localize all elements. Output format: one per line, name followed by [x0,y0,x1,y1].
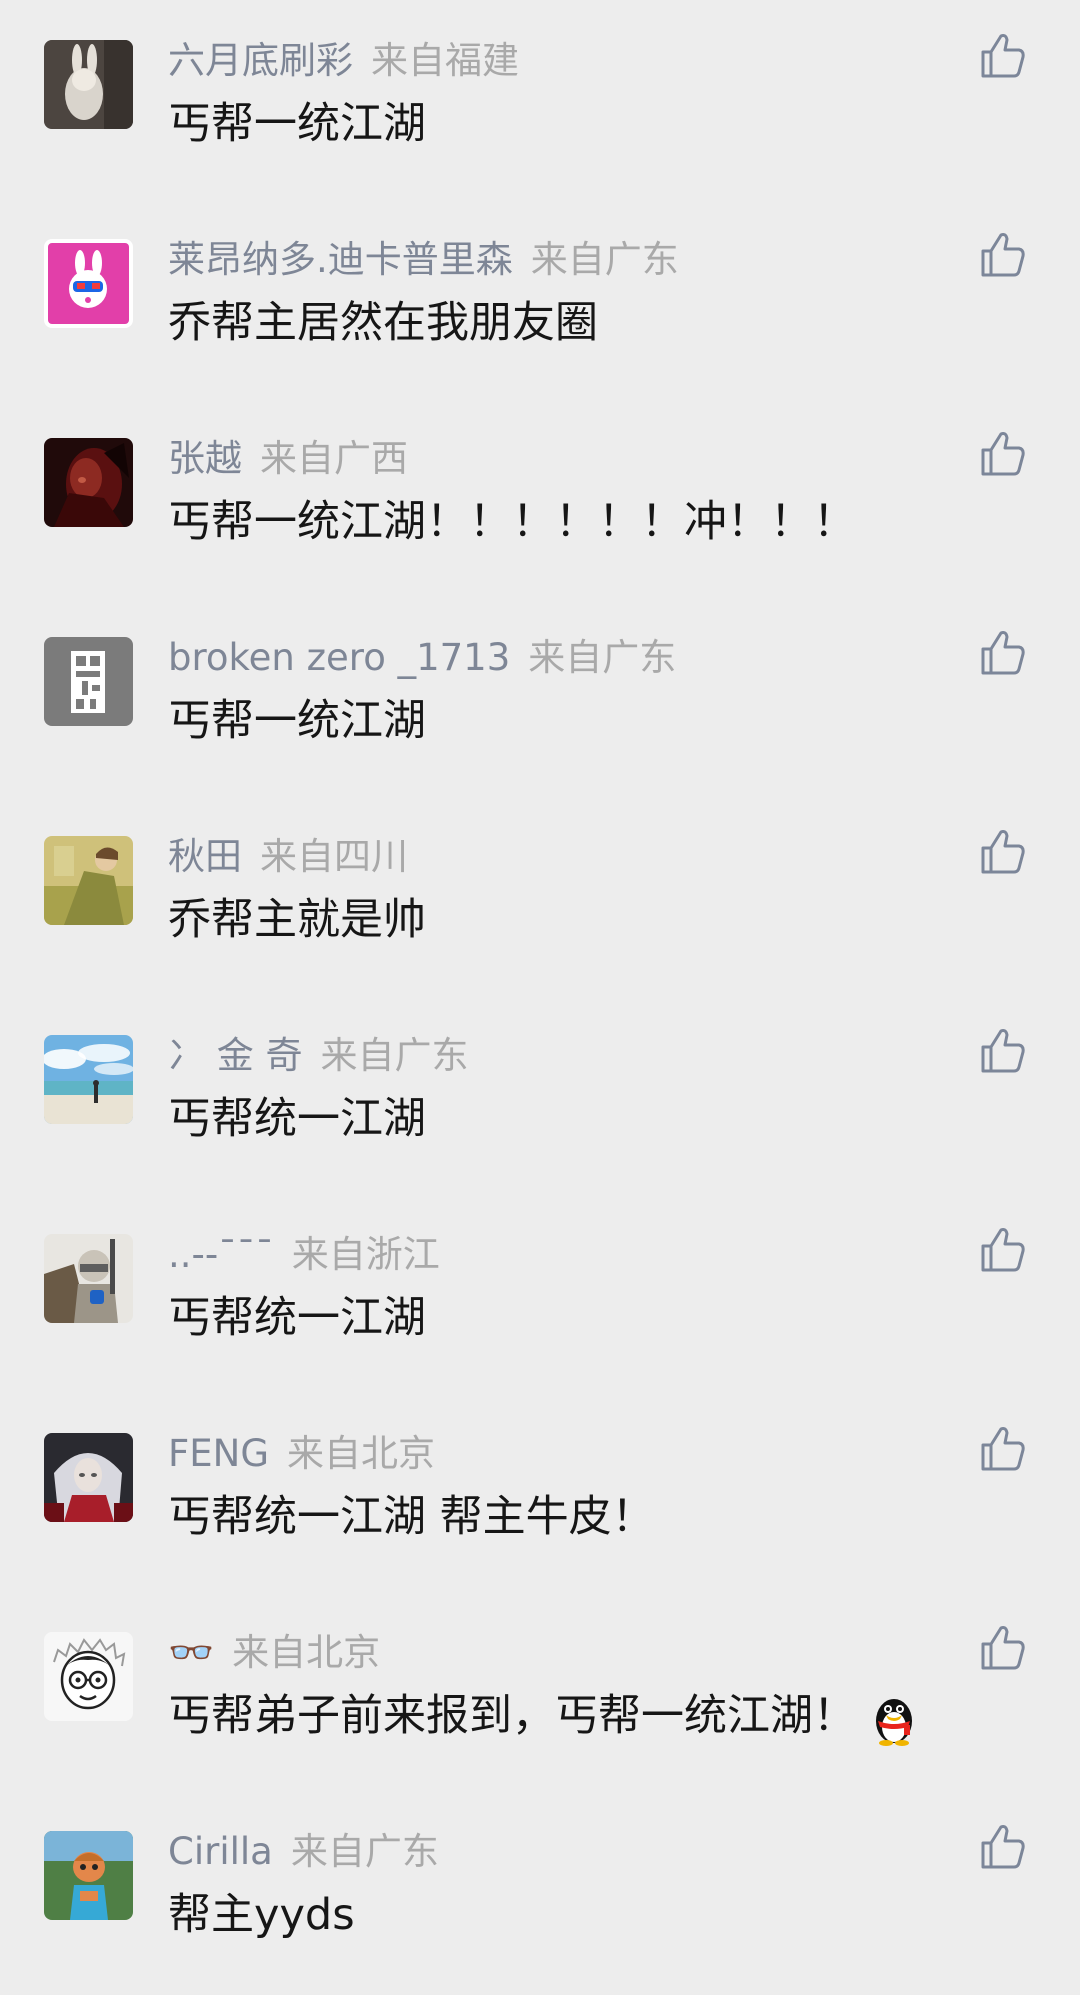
commenter-location: 来自广东 [320,1034,469,1077]
thumbs-up-icon[interactable] [977,1025,1029,1077]
comment-item[interactable]: 秋田 来自四川乔帮主就是帅 [0,796,1080,995]
comment-list: 六月底刷彩 来自福建 丐帮一统江湖 莱昂纳多.迪卡普里森 来自广东 乔帮主居然在我朋友圈张… [0,0,1080,1995]
comment-meta: broken zero _1713 来自广东 [168,631,676,685]
commenter-name[interactable]: 六月底刷彩 [168,39,353,82]
comment-meta: FENG 来自北京 [168,1427,435,1481]
comment-text: 乔帮主就是帅 [168,890,426,950]
commenter-name[interactable]: broken zero _1713 [168,636,510,679]
comment-text-content: 丐帮一统江湖 [168,99,426,149]
commenter-name[interactable]: ..--¯¯¯ [168,1233,274,1276]
commenter-name[interactable]: 莱昂纳多.迪卡普里森 [168,238,513,281]
thumbs-up-icon[interactable] [977,428,1029,480]
commenter-name[interactable]: FENG [168,1432,269,1475]
avatar[interactable] [44,1831,133,1920]
thumbs-up-icon[interactable] [977,229,1029,281]
comment-text-content: 丐帮一统江湖！！！！！！冲！！！ [168,497,856,547]
comment-text-content: 丐帮统一江湖 帮主牛皮！ [168,1492,655,1542]
commenter-name[interactable]: 冫 金 奇 [168,1034,303,1077]
comment-text: 丐帮统一江湖 [168,1288,426,1348]
avatar[interactable] [44,1234,133,1323]
comment-item[interactable]: 莱昂纳多.迪卡普里森 来自广东乔帮主居然在我朋友圈 [0,199,1080,398]
comment-text: 乔帮主居然在我朋友圈 [168,293,598,353]
commenter-name[interactable]: 张越 [168,437,242,480]
comment-item[interactable]: 张越 来自广西丐帮一统江湖！！！！！！冲！！！ [0,398,1080,597]
commenter-location: 来自广东 [530,238,679,281]
comment-text-content: 丐帮弟子前来报到，丐帮一统江湖！ [168,1691,856,1741]
commenter-name[interactable]: 👓 [168,1631,214,1674]
commenter-location: 来自福建 [371,39,519,82]
comment-text-content: 丐帮一统江湖 [168,696,426,746]
comment-meta: 👓 来自北京 [168,1626,380,1680]
avatar[interactable] [44,239,133,328]
thumbs-up-icon[interactable] [977,627,1029,679]
avatar[interactable] [44,1632,133,1721]
comment-text: 帮主yyds [168,1885,355,1945]
comment-text: 丐帮统一江湖 帮主牛皮！ [168,1487,655,1547]
comment-item[interactable]: broken zero _1713 来自广东丐帮一统江湖 [0,597,1080,796]
comment-text: 丐帮弟子前来报到，丐帮一统江湖！ [168,1686,922,1746]
comment-item[interactable]: 六月底刷彩 来自福建丐帮一统江湖 [0,0,1080,199]
comment-meta: Cirilla 来自广东 [168,1825,439,1879]
comment-item[interactable]: 冫 金 奇来自广东丐帮统一江湖 [0,995,1080,1194]
thumbs-up-icon[interactable] [977,1821,1029,1873]
comment-meta: ..--¯¯¯ 来自浙江 [168,1228,440,1282]
commenter-location: 来自广西 [260,437,408,480]
avatar[interactable] [44,40,133,129]
comment-meta: 冫 金 奇来自广东 [168,1029,469,1083]
commenter-location: 来自北京 [232,1631,381,1674]
comment-text-content: 乔帮主居然在我朋友圈 [168,298,598,348]
avatar[interactable] [44,1035,133,1124]
penguin-icon [866,1691,922,1747]
commenter-location: 来自广东 [528,636,677,679]
comment-item[interactable]: Cirilla 来自广东帮主yyds [0,1791,1080,1990]
comment-text: 丐帮一统江湖 [168,94,426,154]
commenter-location: 来自广东 [290,1830,439,1873]
avatar[interactable] [44,438,133,527]
comment-item[interactable]: ..--¯¯¯ 来自浙江丐帮统一江湖 [0,1194,1080,1393]
comment-meta: 莱昂纳多.迪卡普里森 来自广东 [168,233,679,287]
avatar[interactable] [44,836,133,925]
avatar[interactable] [44,1433,133,1522]
commenter-location: 来自浙江 [291,1233,440,1276]
thumbs-up-icon[interactable] [977,30,1029,82]
thumbs-up-icon[interactable] [977,1224,1029,1276]
commenter-location: 来自北京 [287,1432,436,1475]
commenter-location: 来自四川 [260,835,408,878]
comment-text: 丐帮一统江湖 [168,691,426,751]
comment-text-content: 帮主yyds [168,1890,355,1940]
comment-text: 丐帮统一江湖 [168,1089,426,1149]
comment-text-content: 丐帮统一江湖 [168,1094,426,1144]
commenter-name[interactable]: Cirilla [168,1830,273,1873]
comment-item[interactable]: 👓 来自北京丐帮弟子前来报到，丐帮一统江湖！ [0,1592,1080,1791]
comment-meta: 张越 来自广西 [168,432,408,486]
comment-text-content: 乔帮主就是帅 [168,895,426,945]
thumbs-up-icon[interactable] [977,1423,1029,1475]
commenter-name[interactable]: 秋田 [168,835,242,878]
avatar[interactable] [44,637,133,726]
comment-text: 丐帮一统江湖！！！！！！冲！！！ [168,492,856,552]
comment-meta: 秋田 来自四川 [168,830,408,884]
comment-text-content: 丐帮统一江湖 [168,1293,426,1343]
comment-meta: 六月底刷彩 来自福建 [168,34,519,88]
thumbs-up-icon[interactable] [977,1622,1029,1674]
thumbs-up-icon[interactable] [977,826,1029,878]
comment-item[interactable]: FENG 来自北京丐帮统一江湖 帮主牛皮！ [0,1393,1080,1592]
